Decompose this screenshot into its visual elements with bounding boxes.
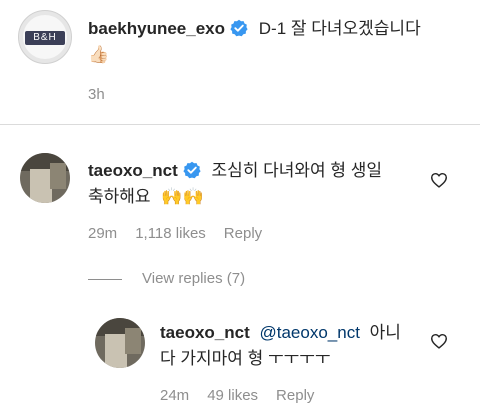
divider — [0, 124, 480, 125]
post-caption-emoji: 👍🏻 — [88, 45, 110, 64]
reply-meta: 24m 49 likes Reply — [160, 387, 314, 404]
comment-avatar[interactable] — [20, 153, 70, 203]
comment-text-line2: 축하해요 — [88, 187, 151, 206]
post-caption: baekhyunee_exo D-1 잘 다녀오겠습니다 — [88, 16, 421, 42]
view-replies-line — [88, 279, 122, 280]
post-username[interactable]: baekhyunee_exo — [88, 19, 225, 38]
comment-text: taeoxo_nct 조심히 다녀와여 형 생일 — [88, 158, 382, 184]
reply-reply-button[interactable]: Reply — [276, 387, 314, 404]
view-replies-button[interactable]: View replies (7) — [142, 270, 245, 287]
comment-username[interactable]: taeoxo_nct — [88, 161, 178, 180]
comment-time: 29m — [88, 225, 118, 242]
avatar-logo-text: B&H — [33, 32, 57, 43]
post-time: 3h — [88, 86, 105, 103]
verified-icon — [230, 19, 248, 37]
comment-text-line2-wrap: 축하해요 🙌🙌 — [88, 184, 204, 210]
comment-emoji: 🙌🙌 — [161, 187, 204, 206]
reply-avatar[interactable] — [95, 318, 145, 368]
comment-likes[interactable]: 1,118 likes — [135, 225, 206, 242]
reply-text-line2: 다 가지마여 형 ㅜㅜㅜㅜ — [160, 349, 331, 368]
reply-mention[interactable]: @taeoxo_nct — [259, 323, 359, 342]
post-caption-text: D-1 잘 다녀오겠습니다 — [258, 19, 421, 38]
reply-text-line1: 아니 — [369, 323, 401, 342]
verified-icon — [183, 161, 201, 179]
comment-reply-button[interactable]: Reply — [224, 225, 262, 242]
post-avatar[interactable]: B&H — [18, 10, 72, 64]
reply-text: taeoxo_nct @taeoxo_nct 아니 — [160, 320, 401, 346]
reply-time: 24m — [160, 387, 190, 404]
reply-likes[interactable]: 49 likes — [207, 387, 258, 404]
comment-text-line1: 조심히 다녀와여 형 생일 — [211, 161, 383, 180]
reply-username[interactable]: taeoxo_nct — [160, 323, 250, 342]
comment-meta: 29m 1,118 likes Reply — [88, 225, 262, 242]
heart-outline-icon[interactable] — [430, 333, 448, 349]
heart-outline-icon[interactable] — [430, 172, 448, 188]
